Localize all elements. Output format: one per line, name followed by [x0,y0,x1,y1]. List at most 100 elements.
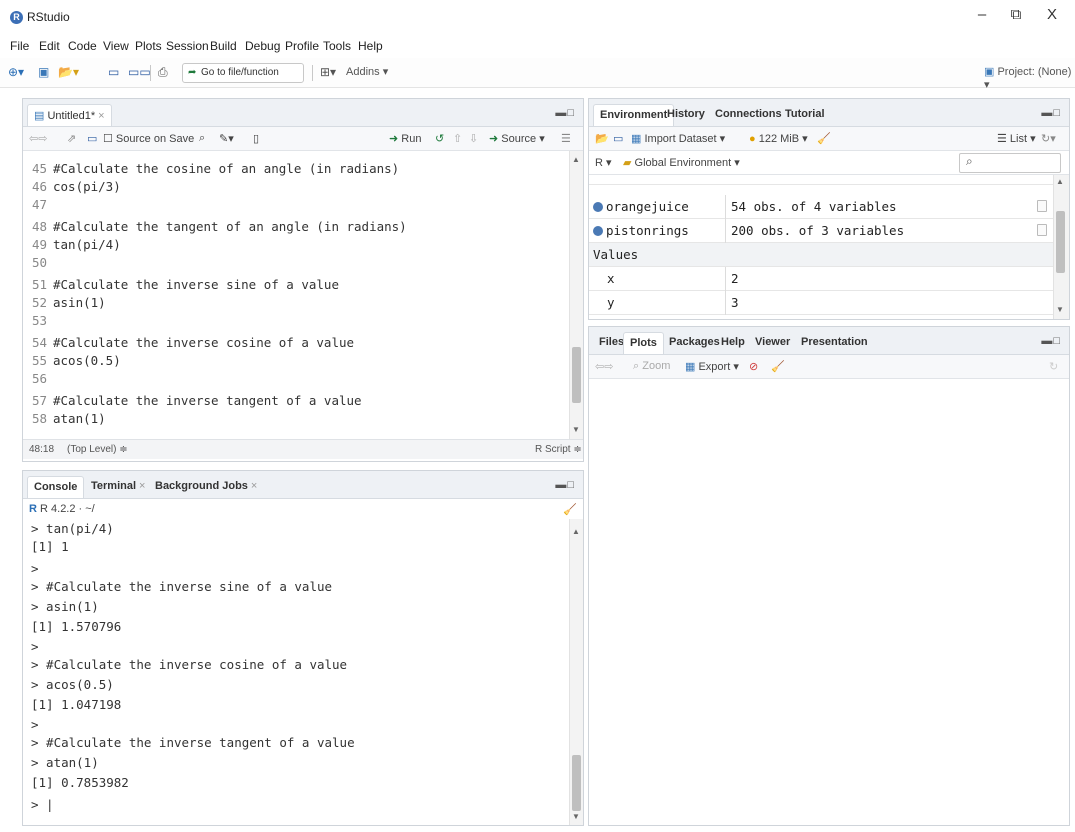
console-line: > [31,717,39,732]
scrollbar-thumb[interactable] [572,755,581,811]
close-tab-icon[interactable]: × [98,110,104,122]
console-header: R R 4.2.2 · ~/ 🧹 [23,499,583,521]
close-tab-icon[interactable]: × [251,480,257,492]
value-row-y[interactable]: y 3 [589,291,1053,315]
clear-plots-icon[interactable]: 🧹 [771,360,785,373]
show-in-window-icon[interactable]: ⇗ [67,132,76,145]
view-mode-button[interactable]: ☰ List ▾ [997,132,1036,145]
tab-tutorial[interactable]: Tutorial [779,104,831,126]
maximize-button[interactable]: ⧉ [1004,6,1028,23]
language-selector[interactable]: R ▾ [595,156,612,169]
scope-selector[interactable]: (Top Level) ≑ [67,444,128,455]
grid-icon[interactable]: ⊞▾ [320,65,336,79]
compile-report-icon[interactable]: ▯ [253,132,259,145]
tab-connections[interactable]: Connections [709,104,788,126]
back-forward-icon[interactable]: ⇦⇨ [29,132,47,145]
data-row-pistonrings[interactable]: pistonrings 200 obs. of 3 variables [589,219,1053,243]
tab-plots[interactable]: Plots [623,332,664,354]
scrollbar-thumb[interactable] [1056,211,1065,273]
tab-help[interactable]: Help [715,332,751,354]
menu-file[interactable]: File [10,39,29,53]
search-icon[interactable]: ⌕ [199,132,205,145]
scrollbar-thumb[interactable] [572,347,581,403]
tab-untitled1[interactable]: ▤ Untitled1* × [27,104,112,126]
console-pane: Console Terminal × Background Jobs × ▬□ R … [22,470,584,826]
close-button[interactable]: X [1040,6,1064,23]
environment-icon: ▰ [623,157,632,169]
source-button[interactable]: ➜ Source ▾ [489,132,545,145]
remove-plot-icon[interactable]: ⊘ [749,360,758,373]
minimize-maximize-icon[interactable]: ▬□ [1041,335,1061,347]
menu-code[interactable]: Code [68,39,97,53]
tab-terminal[interactable]: Terminal × [85,476,151,498]
refresh-icon[interactable]: ↻▾ [1041,132,1056,145]
tab-console[interactable]: Console [27,476,85,498]
minimize-maximize-icon[interactable]: ▬□ [1041,107,1061,119]
clear-objects-icon[interactable]: 🧹 [817,132,831,145]
source-on-save-checkbox[interactable]: ☐ Source on Save [103,132,194,145]
menu-profile[interactable]: Profile [285,39,319,53]
table-icon: ▦ [631,133,642,145]
go-down-icon[interactable]: ⇩ [469,132,478,145]
files-plots-pane: Files Plots Packages Help Viewer Present… [588,326,1070,826]
open-file-icon[interactable]: 📂▾ [58,65,79,79]
menu-debug[interactable]: Debug [245,39,280,53]
code-editor[interactable]: 45 #Calculate the cosine of an angle (in … [23,151,569,439]
import-dataset-button[interactable]: ▦ Import Dataset ▾ [631,132,725,145]
new-file-icon[interactable]: ⊕▾ [8,65,24,79]
environment-scrollbar[interactable]: ▲ ▼ [1053,175,1069,319]
save-icon[interactable]: ▭ [87,132,97,145]
rerun-icon[interactable]: ↺ [435,132,444,145]
console-scrollbar[interactable]: ▲ ▼ [569,519,583,825]
environment-search-input[interactable]: ⌕ [959,153,1061,173]
tab-viewer[interactable]: Viewer [749,332,796,354]
tab-history[interactable]: History [661,104,711,126]
value-row-x[interactable]: x 2 [589,267,1053,291]
minimize-maximize-icon[interactable]: ▬□ [555,479,575,491]
view-data-icon[interactable] [1037,200,1047,212]
menu-session[interactable]: Session [166,39,209,53]
go-to-file-input[interactable]: ➦ Go to file/function [182,63,304,83]
menu-view[interactable]: View [103,39,129,53]
print-icon[interactable]: ⎙ [158,65,168,80]
menu-tools[interactable]: Tools [323,39,351,53]
refresh-icon[interactable]: ↻ [1049,360,1058,373]
run-button[interactable]: ➜ Run [389,132,421,145]
code-line: 46 cos(pi/3) [31,179,121,194]
export-button[interactable]: ▦ Export ▾ [685,360,739,373]
new-project-icon[interactable]: ▣ [38,65,49,79]
menu-edit[interactable]: Edit [39,39,60,53]
console-prompt[interactable]: > | [31,795,54,815]
code-line: 49 tan(pi/4) [31,237,121,252]
code-tools-icon[interactable]: ✎▾ [219,132,234,145]
console-output[interactable]: > tan(pi/4) [1] 1 > > #Calculate the inv… [23,519,569,825]
memory-usage-button[interactable]: ● 122 MiB ▾ [749,132,808,145]
view-data-icon[interactable] [1037,224,1047,236]
go-up-icon[interactable]: ⇧ [453,132,462,145]
tab-background-jobs[interactable]: Background Jobs × [149,476,263,498]
addins-button[interactable]: Addins ▾ [346,65,388,78]
menu-plots[interactable]: Plots [135,39,162,53]
data-row-orangejuice[interactable]: orangejuice 54 obs. of 4 variables [589,195,1053,219]
save-all-icon[interactable]: ▭▭ [128,65,151,79]
close-tab-icon[interactable]: × [139,480,145,492]
scope-selector[interactable]: ▰ Global Environment ▾ [623,156,740,169]
back-forward-icon[interactable]: ⇦⇨ [595,360,613,373]
menu-help[interactable]: Help [358,39,383,53]
clear-console-icon[interactable]: 🧹 [563,503,577,516]
save-icon[interactable]: ▭ [108,65,119,79]
minimize-maximize-icon[interactable]: ▬□ [555,107,575,119]
project-button[interactable]: ▣ Project: (None) ▾ [984,65,1075,91]
load-workspace-icon[interactable]: 📂 [595,132,609,145]
menu-build[interactable]: Build [210,39,237,53]
r-version: R R 4.2.2 · ~/ [29,503,95,515]
minimize-button[interactable]: – [970,6,994,23]
zoom-button[interactable]: ⌕ Zoom [633,360,670,373]
source-toolbar: ⇦⇨ ⇗ ▭ ☐ Source on Save ⌕ ✎▾ ▯ ➜ Run ↺ ⇧… [23,127,583,151]
outline-icon[interactable]: ☰ [561,132,571,145]
editor-scrollbar[interactable]: ▲ ▼ [569,151,583,439]
save-workspace-icon[interactable]: ▭ [613,132,623,145]
file-type-selector[interactable]: R Script ≑ [535,444,582,455]
tab-presentation[interactable]: Presentation [795,332,874,354]
console-line: > atan(1) [31,755,99,770]
